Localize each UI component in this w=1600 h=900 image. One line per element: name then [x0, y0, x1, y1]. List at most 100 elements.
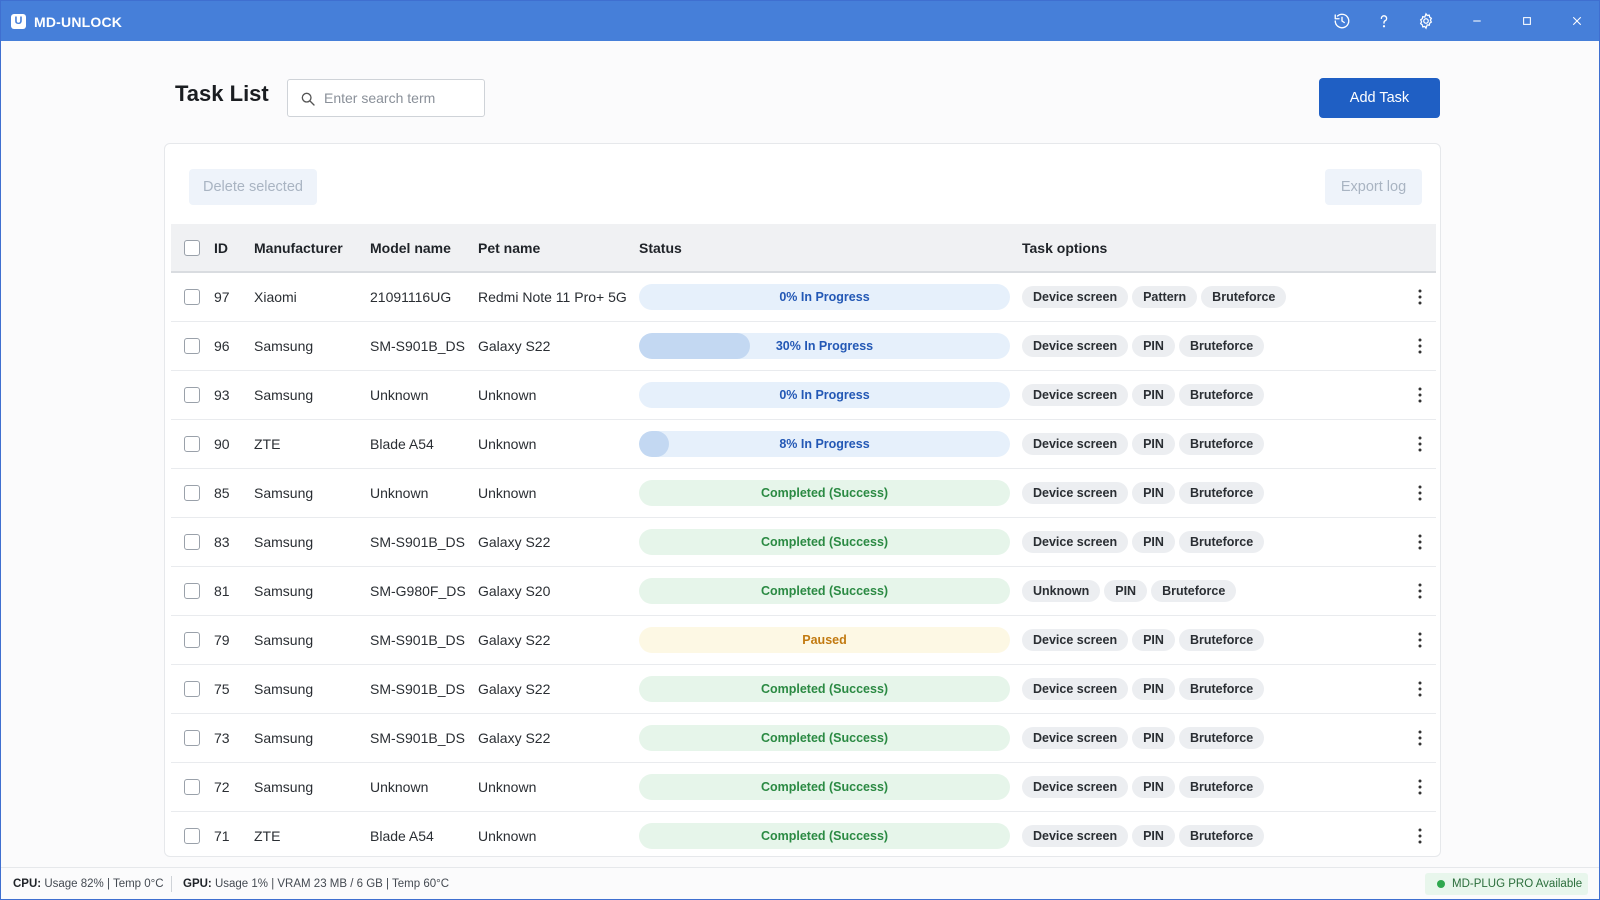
title-bar: U MD-UNLOCK — [1, 1, 1599, 41]
table-row[interactable]: 97 Xiaomi 21091116UG Redmi Note 11 Pro+ 5G 0… — [171, 272, 1436, 321]
row-select-cell — [171, 811, 214, 856]
minimize-icon[interactable] — [1465, 9, 1489, 33]
cell-pet-name: Galaxy S22 — [478, 680, 551, 697]
row-checkbox[interactable] — [184, 778, 200, 795]
cell-manufacturer: ZTE — [254, 827, 281, 844]
column-header-id[interactable]: ID — [214, 224, 254, 273]
cell-id: 96 — [214, 337, 230, 354]
cell-id: 93 — [214, 386, 230, 403]
table-row[interactable]: 73 Samsung SM-S901B_DS Galaxy S22 Completed … — [171, 713, 1436, 762]
table-row[interactable]: 90 ZTE Blade A54 Unknown 8% In Progress Devic… — [171, 419, 1436, 468]
history-icon[interactable] — [1330, 9, 1354, 33]
status-badge: Completed (Success) — [639, 822, 1010, 849]
row-checkbox[interactable] — [184, 631, 200, 648]
column-header-model[interactable]: Model name — [370, 224, 478, 273]
settings-icon[interactable] — [1414, 9, 1438, 33]
more-options-icon[interactable] — [1410, 628, 1430, 652]
row-checkbox[interactable] — [184, 435, 200, 452]
task-option-chip: PIN — [1104, 579, 1148, 602]
more-options-icon[interactable] — [1410, 579, 1430, 603]
status-badge: 8% In Progress — [639, 430, 1010, 457]
more-options-icon[interactable] — [1410, 677, 1430, 701]
table-row[interactable]: 96 Samsung SM-S901B_DS Galaxy S22 30% In Pro… — [171, 321, 1436, 370]
md-plug-badge[interactable]: MD-PLUG PRO Available — [1425, 873, 1588, 895]
task-option-chip: Bruteforce — [1151, 579, 1237, 602]
row-select-cell — [171, 370, 214, 419]
more-options-icon[interactable] — [1410, 726, 1430, 750]
status-badge: 0% In Progress — [639, 381, 1010, 408]
more-options-icon[interactable] — [1410, 334, 1430, 358]
cell-manufacturer: Samsung — [254, 484, 314, 501]
more-options-icon[interactable] — [1410, 824, 1430, 848]
task-option-chip: Device screen — [1022, 530, 1129, 553]
select-all-checkbox[interactable] — [184, 239, 200, 256]
table-row[interactable]: 72 Samsung Unknown Unknown Completed (Succes… — [171, 762, 1436, 811]
cell-status: 0% In Progress — [639, 370, 1022, 419]
cell-model: SM-S901B_DS — [370, 337, 465, 354]
export-log-button[interactable]: Export log — [1325, 169, 1422, 205]
status-dot-icon — [1437, 880, 1445, 888]
task-option-chip: Bruteforce — [1178, 481, 1265, 504]
table-row[interactable]: 93 Samsung Unknown Unknown 0% In Progress Dev… — [171, 370, 1436, 419]
more-options-icon[interactable] — [1410, 775, 1430, 799]
row-checkbox[interactable] — [184, 337, 200, 354]
column-header-pet[interactable]: Pet name — [478, 224, 639, 273]
column-header-options[interactable]: Task options — [1022, 224, 1436, 273]
delete-selected-button[interactable]: Delete selected — [189, 169, 317, 205]
row-checkbox[interactable] — [184, 582, 200, 599]
task-option-chip: Bruteforce — [1178, 824, 1265, 847]
search-box[interactable] — [287, 79, 485, 117]
cell-manufacturer: Samsung — [254, 631, 314, 648]
more-options-icon[interactable] — [1410, 383, 1430, 407]
row-checkbox[interactable] — [184, 533, 200, 550]
status-text: Completed (Success) — [760, 681, 889, 696]
more-options-icon[interactable] — [1410, 481, 1430, 505]
header-select-cell — [171, 224, 214, 273]
table-row[interactable]: 85 Samsung Unknown Unknown Completed (Succes… — [171, 468, 1436, 517]
task-option-chip: Device screen — [1022, 726, 1129, 749]
row-select-cell — [171, 566, 214, 615]
table-row[interactable]: 83 Samsung SM-S901B_DS Galaxy S22 Completed … — [171, 517, 1436, 566]
row-checkbox[interactable] — [184, 827, 200, 844]
add-task-button[interactable]: Add Task — [1319, 78, 1440, 118]
row-select-cell — [171, 713, 214, 762]
column-header-manufacturer[interactable]: Manufacturer — [254, 224, 370, 273]
row-checkbox[interactable] — [184, 484, 200, 501]
row-checkbox[interactable] — [184, 386, 200, 403]
table-row[interactable]: 81 Samsung SM-G980F_DS Galaxy S20 Completed … — [171, 566, 1436, 615]
gpu-status: GPU: Usage 1% | VRAM 23 MB / 6 GB | Temp… — [183, 878, 450, 890]
cell-task-options: Device screen Pattern Bruteforce — [1022, 272, 1436, 321]
cell-task-options: Device screen PIN Bruteforce — [1022, 468, 1436, 517]
task-option-chip: Device screen — [1022, 432, 1129, 455]
cell-pet-name: Redmi Note 11 Pro+ 5G — [478, 288, 627, 305]
help-icon[interactable] — [1372, 9, 1396, 33]
task-option-chip: Bruteforce — [1201, 285, 1287, 308]
cell-id: 81 — [214, 582, 230, 599]
task-option-chip: Bruteforce — [1178, 334, 1265, 357]
cell-model: SM-S901B_DS — [370, 631, 465, 648]
task-option-chip: PIN — [1132, 726, 1175, 749]
status-text: 0% In Progress — [779, 289, 870, 304]
task-option-chip: Device screen — [1022, 824, 1129, 847]
column-header-status[interactable]: Status — [639, 224, 1022, 273]
table-row[interactable]: 79 Samsung SM-S901B_DS Galaxy S22 Paused Devi… — [171, 615, 1436, 664]
status-divider — [171, 876, 172, 892]
more-options-icon[interactable] — [1410, 432, 1430, 456]
row-checkbox[interactable] — [184, 729, 200, 746]
more-options-icon[interactable] — [1410, 530, 1430, 554]
table-row[interactable]: 71 ZTE Blade A54 Unknown Completed (Success)… — [171, 811, 1436, 856]
cell-model: Blade A54 — [370, 435, 434, 452]
row-checkbox[interactable] — [184, 680, 200, 697]
task-option-chip: PIN — [1132, 432, 1175, 455]
search-input[interactable] — [324, 88, 474, 108]
maximize-icon[interactable] — [1515, 9, 1539, 33]
close-icon[interactable] — [1565, 9, 1589, 33]
cell-task-options: Device screen PIN Bruteforce — [1022, 321, 1436, 370]
row-checkbox[interactable] — [184, 288, 200, 305]
more-options-icon[interactable] — [1410, 285, 1430, 309]
cell-model: 21091116UG — [370, 288, 452, 305]
table-row[interactable]: 75 Samsung SM-S901B_DS Galaxy S22 Completed … — [171, 664, 1436, 713]
cell-manufacturer: Samsung — [254, 582, 314, 599]
cell-pet-name: Unknown — [478, 778, 537, 795]
cell-task-options: Unknown PIN Bruteforce — [1022, 566, 1436, 615]
